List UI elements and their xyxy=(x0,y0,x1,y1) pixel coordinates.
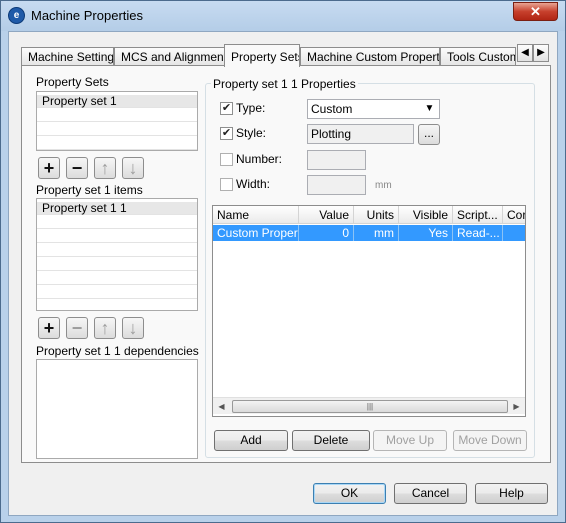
items-heading: Property set 1 items xyxy=(36,183,143,197)
list-item[interactable]: Property set 1 xyxy=(37,95,197,108)
cell-cor[interactable] xyxy=(503,225,525,241)
move-up-item-button[interactable]: ↑ xyxy=(94,317,116,339)
number-checkbox[interactable] xyxy=(220,153,233,166)
width-unit: mm xyxy=(375,180,392,191)
tab-property-sets[interactable]: Property Sets xyxy=(224,44,300,67)
column-header-units[interactable]: Units xyxy=(354,206,399,224)
close-button[interactable]: ✕ xyxy=(513,2,558,21)
cell-visible[interactable]: Yes xyxy=(399,225,453,241)
number-field[interactable] xyxy=(307,150,366,170)
tab-scroll-right-icon[interactable]: ▶ xyxy=(533,44,549,62)
window-title: Machine Properties xyxy=(31,8,143,23)
list-item[interactable]: Property set 1 1 xyxy=(37,202,197,215)
grid-horizontal-scrollbar[interactable]: ◀ ||| ▶ xyxy=(213,397,525,414)
property-sets-page: Property Sets Property set 1 + − ↑ ↓ Pro… xyxy=(21,65,551,463)
property-sets-list[interactable]: Property set 1 xyxy=(36,91,198,151)
move-down-button[interactable]: Move Down xyxy=(453,430,527,451)
column-header-script[interactable]: Script... xyxy=(453,206,503,224)
add-item-button[interactable]: + xyxy=(38,317,60,339)
cell-value[interactable]: 0 xyxy=(299,225,354,241)
style-checkbox[interactable]: ✔ xyxy=(220,127,233,140)
remove-property-set-button[interactable]: − xyxy=(66,157,88,179)
cell-units[interactable]: mm xyxy=(354,225,399,241)
dialog-client: Machine Settings MCS and Alignment Prope… xyxy=(8,31,558,516)
property-sets-heading: Property Sets xyxy=(36,75,109,89)
width-field[interactable] xyxy=(307,175,366,195)
move-down-item-button[interactable]: ↓ xyxy=(122,317,144,339)
column-header-value[interactable]: Value xyxy=(299,206,354,224)
number-label: Number: xyxy=(236,152,283,166)
cell-script[interactable]: Read-... xyxy=(453,225,503,241)
add-property-set-button[interactable]: + xyxy=(38,157,60,179)
move-up-property-set-button[interactable]: ↑ xyxy=(94,157,116,179)
properties-group-title: Property set 1 1 Properties xyxy=(211,77,358,91)
scroll-thumb[interactable]: ||| xyxy=(232,400,508,413)
chevron-down-icon[interactable]: ▼ xyxy=(421,101,438,117)
column-header-visible[interactable]: Visible xyxy=(399,206,453,224)
type-checkbox[interactable]: ✔ xyxy=(220,102,233,115)
add-button[interactable]: Add xyxy=(214,430,288,451)
ok-button[interactable]: OK xyxy=(313,483,386,504)
custom-properties-grid[interactable]: Name Value Units Visible Script... Cor C… xyxy=(212,205,526,417)
width-checkbox[interactable] xyxy=(220,178,233,191)
machine-properties-window: e Machine Properties ✕ Machine Settings … xyxy=(0,0,566,523)
delete-button[interactable]: Delete xyxy=(292,430,370,451)
tab-tools-custom[interactable]: Tools Custom F xyxy=(440,47,516,66)
column-header-name[interactable]: Name xyxy=(213,206,299,224)
move-up-button[interactable]: Move Up xyxy=(373,430,447,451)
style-browse-button[interactable]: ... xyxy=(418,124,440,145)
tab-scroll-left-icon[interactable]: ◀ xyxy=(517,44,533,62)
tab-machine-custom-properties[interactable]: Machine Custom Properties xyxy=(300,47,440,66)
width-label: Width: xyxy=(236,177,271,191)
cell-name[interactable]: Custom Property xyxy=(213,225,299,241)
style-label: Style: xyxy=(236,126,267,140)
dependencies-list[interactable] xyxy=(36,359,198,459)
type-label: Type: xyxy=(236,101,266,115)
scroll-left-icon[interactable]: ◀ xyxy=(213,398,230,415)
move-down-property-set-button[interactable]: ↓ xyxy=(122,157,144,179)
tab-mcs-and-alignment[interactable]: MCS and Alignment xyxy=(114,47,226,66)
dependencies-heading: Property set 1 1 dependencies xyxy=(36,344,199,358)
tab-strip: Machine Settings MCS and Alignment Prope… xyxy=(21,44,551,67)
type-dropdown[interactable]: Custom ▼ xyxy=(307,99,440,119)
scroll-right-icon[interactable]: ▶ xyxy=(508,398,525,415)
app-icon: e xyxy=(8,7,25,24)
cancel-button[interactable]: Cancel xyxy=(394,483,467,504)
tab-machine-settings[interactable]: Machine Settings xyxy=(21,47,114,66)
column-header-cor[interactable]: Cor xyxy=(503,206,525,224)
property-set-items-list[interactable]: Property set 1 1 xyxy=(36,198,198,311)
style-field[interactable]: Plotting xyxy=(307,124,414,144)
remove-item-button[interactable]: − xyxy=(66,317,88,339)
title-bar[interactable]: e Machine Properties ✕ xyxy=(1,1,565,31)
help-button[interactable]: Help xyxy=(475,483,548,504)
